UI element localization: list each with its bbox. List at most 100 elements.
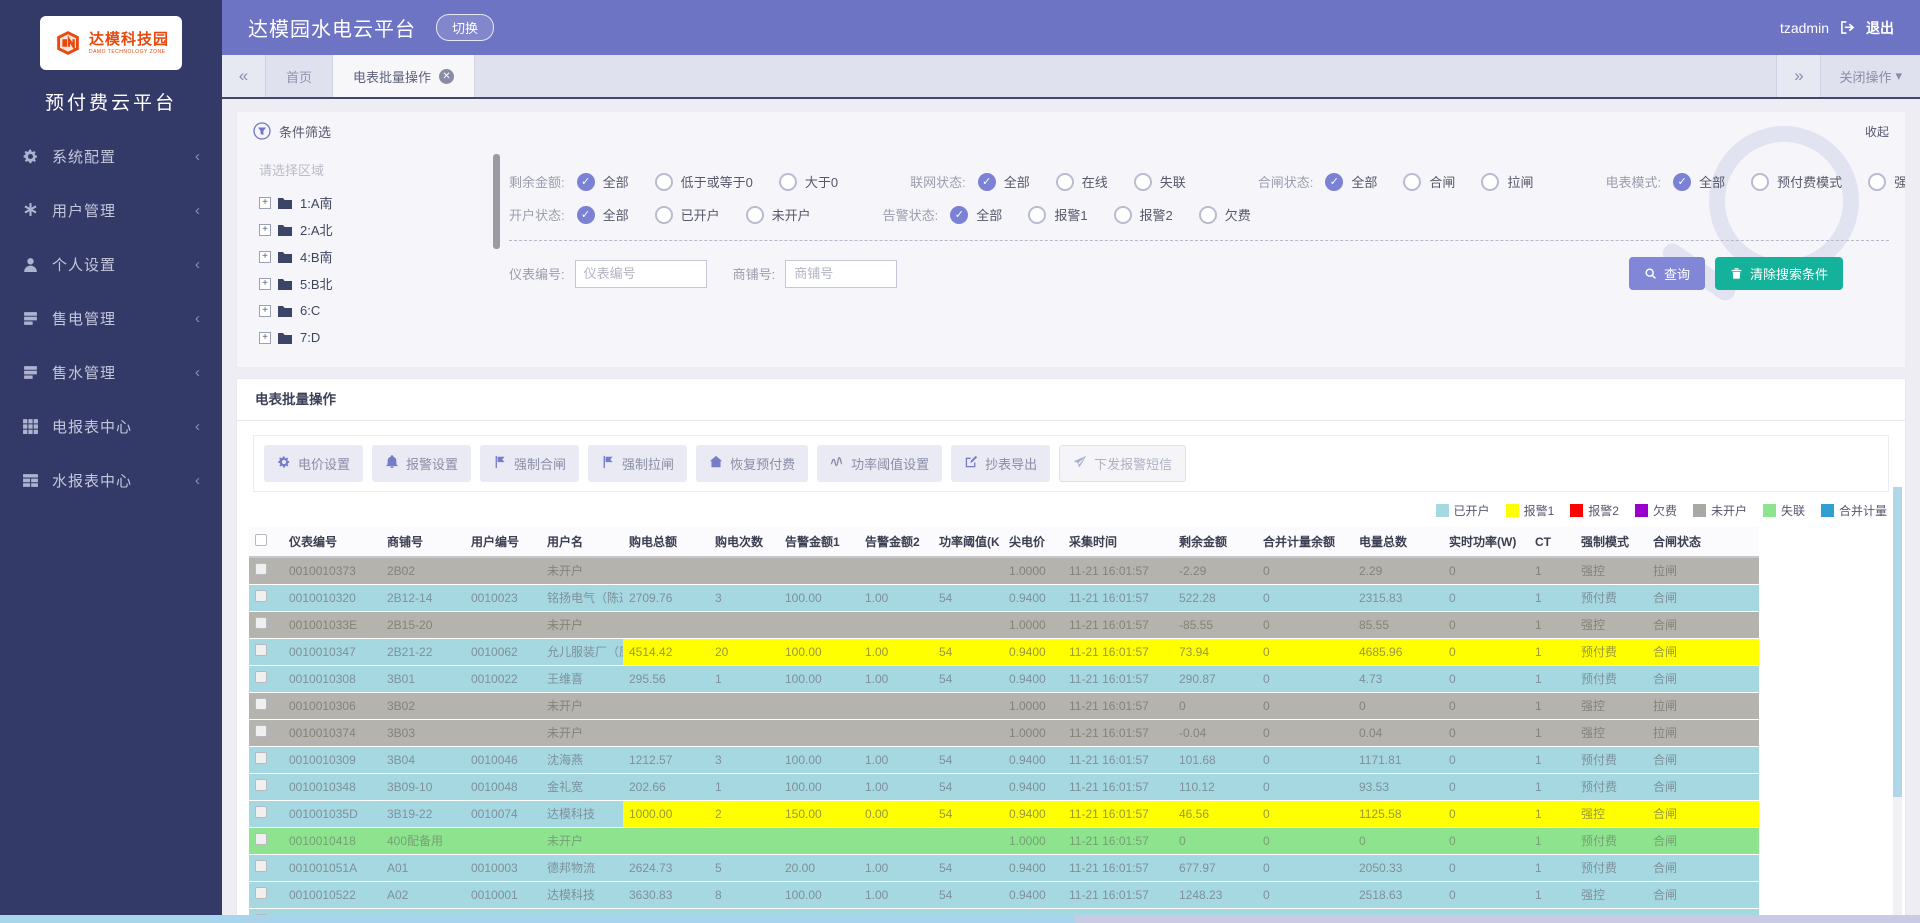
table-row[interactable]: 00100103472B21-220010062允儿服装厂（原4514.4220… <box>249 638 1759 665</box>
row-checkbox[interactable] <box>255 617 267 629</box>
radio-checked-icon[interactable]: ✓ <box>1673 173 1691 191</box>
tabs-scroll-right-icon[interactable]: » <box>1776 55 1820 97</box>
toolbar-button-2[interactable]: 强制合闸 <box>480 445 579 482</box>
table-row[interactable]: 001001051AA010010003德邦物流2624.73520.001.0… <box>249 854 1759 881</box>
collapse-link[interactable]: 收起 <box>1865 123 1889 140</box>
sidebar-item-0[interactable]: 系统配置‹ <box>0 129 222 183</box>
tab-home[interactable]: 首页 <box>266 55 333 97</box>
radio-icon[interactable] <box>1403 173 1421 191</box>
select-all-checkbox[interactable] <box>255 534 267 546</box>
row-checkbox[interactable] <box>255 779 267 791</box>
tree-scrollbar-thumb[interactable] <box>493 154 500 249</box>
toolbar-button-0[interactable]: 电价设置 <box>264 445 363 482</box>
tab-close-icon[interactable]: ✕ <box>439 69 454 84</box>
radio-option[interactable]: ✓全部 <box>577 172 629 191</box>
row-checkbox[interactable] <box>255 887 267 899</box>
row-checkbox[interactable] <box>255 563 267 575</box>
row-checkbox[interactable] <box>255 590 267 602</box>
radio-icon[interactable] <box>1028 206 1046 224</box>
radio-option[interactable]: 失联 <box>1134 172 1186 191</box>
radio-option[interactable]: 低于或等于0 <box>655 172 753 191</box>
radio-option[interactable]: 未开户 <box>746 205 811 224</box>
toolbar-button-6[interactable]: 抄表导出 <box>951 445 1050 482</box>
table-row[interactable]: 00100103202B12-140010023铭扬电气（陈过2709.7631… <box>249 584 1759 611</box>
radio-option[interactable]: ✓全部 <box>1673 172 1725 191</box>
logout-icon[interactable] <box>1839 19 1856 36</box>
radio-icon[interactable] <box>779 173 797 191</box>
toolbar-button-1[interactable]: 报警设置 <box>372 445 471 482</box>
radio-option[interactable]: 已开户 <box>655 205 720 224</box>
radio-icon[interactable] <box>1868 173 1886 191</box>
radio-option[interactable]: 强制模式 <box>1868 172 1906 191</box>
radio-option[interactable]: 预付费模式 <box>1751 172 1842 191</box>
table-row[interactable]: 00100103732B02未开户1.000011-21 16:01:57-2.… <box>249 557 1759 584</box>
row-checkbox[interactable] <box>255 671 267 683</box>
radio-option[interactable]: 报警2 <box>1114 205 1173 224</box>
radio-icon[interactable] <box>1134 173 1152 191</box>
sidebar-item-3[interactable]: 售电管理‹ <box>0 291 222 345</box>
radio-checked-icon[interactable]: ✓ <box>950 206 968 224</box>
sidebar-item-1[interactable]: 用户管理‹ <box>0 183 222 237</box>
sidebar-item-2[interactable]: 个人设置‹ <box>0 237 222 291</box>
radio-option[interactable]: ✓全部 <box>978 172 1030 191</box>
row-checkbox[interactable] <box>255 698 267 710</box>
row-checkbox[interactable] <box>255 752 267 764</box>
tabs-scroll-left-icon[interactable]: « <box>222 55 266 97</box>
radio-option[interactable]: 报警1 <box>1028 205 1087 224</box>
radio-option[interactable]: ✓全部 <box>1325 172 1377 191</box>
sidebar-item-5[interactable]: 电报表中心‹ <box>0 399 222 453</box>
toolbar-button-4[interactable]: 恢复预付费 <box>696 445 808 482</box>
row-checkbox[interactable] <box>255 725 267 737</box>
meter-no-input[interactable] <box>575 260 707 288</box>
table-row[interactable]: 0010010522A020010001达模科技3630.838100.001.… <box>249 881 1759 908</box>
radio-icon[interactable] <box>655 206 673 224</box>
radio-icon[interactable] <box>655 173 673 191</box>
row-checkbox[interactable] <box>255 860 267 872</box>
radio-option[interactable]: ✓全部 <box>577 205 629 224</box>
table-row[interactable]: 001001033E2B15-20未开户1.000011-21 16:01:57… <box>249 611 1759 638</box>
radio-icon[interactable] <box>1199 206 1217 224</box>
radio-option[interactable]: 在线 <box>1056 172 1108 191</box>
shop-no-input[interactable] <box>785 260 897 288</box>
radio-icon[interactable] <box>1481 173 1499 191</box>
toolbar-button-3[interactable]: 强制拉闸 <box>588 445 687 482</box>
row-checkbox[interactable] <box>255 644 267 656</box>
sidebar-item-4[interactable]: 售水管理‹ <box>0 345 222 399</box>
table-vertical-scrollbar-thumb[interactable] <box>1893 487 1902 797</box>
radio-option[interactable]: ✓全部 <box>950 205 1002 224</box>
tree-expander-icon[interactable]: + <box>259 197 271 209</box>
tree-expander-icon[interactable]: + <box>259 278 271 290</box>
radio-option[interactable]: 拉闸 <box>1481 172 1533 191</box>
radio-checked-icon[interactable]: ✓ <box>1325 173 1343 191</box>
tree-node-2[interactable]: +4:B南 <box>253 243 491 270</box>
radio-icon[interactable] <box>1056 173 1074 191</box>
toolbar-button-5[interactable]: 功率阈值设置 <box>817 445 942 482</box>
table-row[interactable]: 00100103743B03未开户1.000011-21 16:01:57-0.… <box>249 719 1759 746</box>
radio-icon[interactable] <box>1751 173 1769 191</box>
tree-node-4[interactable]: +6:C <box>253 297 491 324</box>
tree-expander-icon[interactable]: + <box>259 305 271 317</box>
clear-search-button[interactable]: 清除搜索条件 <box>1715 257 1843 290</box>
tree-node-5[interactable]: +7:D <box>253 324 491 351</box>
search-button[interactable]: 查询 <box>1629 257 1705 290</box>
logout-button[interactable]: 退出 <box>1866 18 1894 38</box>
radio-checked-icon[interactable]: ✓ <box>577 173 595 191</box>
radio-checked-icon[interactable]: ✓ <box>978 173 996 191</box>
radio-icon[interactable] <box>1114 206 1132 224</box>
table-row[interactable]: 001001035D3B19-220010074达模科技1000.002150.… <box>249 800 1759 827</box>
table-row[interactable]: 00100103483B09-100010048金礼宽202.661100.00… <box>249 773 1759 800</box>
row-checkbox[interactable] <box>255 833 267 845</box>
table-row[interactable]: 0010010418400配备用未开户1.000011-21 16:01:570… <box>249 827 1759 854</box>
table-row[interactable]: 00100103063B02未开户1.000011-21 16:01:57000… <box>249 692 1759 719</box>
radio-option[interactable]: 大于0 <box>779 172 838 191</box>
table-row[interactable]: 00100103093B040010046沈海燕1212.573100.001.… <box>249 746 1759 773</box>
radio-icon[interactable] <box>746 206 764 224</box>
table-row[interactable]: 00100103083B010010022王维喜295.561100.001.0… <box>249 665 1759 692</box>
radio-option[interactable]: 合闸 <box>1403 172 1455 191</box>
tree-expander-icon[interactable]: + <box>259 224 271 236</box>
toolbar-button-7[interactable]: 下发报警短信 <box>1059 445 1186 482</box>
tree-expander-icon[interactable]: + <box>259 332 271 344</box>
tree-node-1[interactable]: +2:A北 <box>253 216 491 243</box>
tab-meter-batch[interactable]: 电表批量操作 ✕ <box>333 55 475 97</box>
radio-option[interactable]: 欠费 <box>1199 205 1251 224</box>
